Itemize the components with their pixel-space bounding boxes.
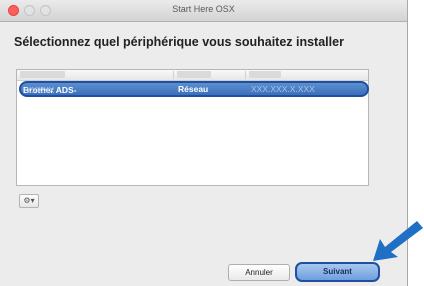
next-button[interactable]: Suivant [295, 262, 380, 282]
column-header-name[interactable] [20, 71, 65, 78]
column-header-connection[interactable] [177, 71, 211, 78]
window-title: Start Here OSX [172, 4, 235, 14]
device-list-header [17, 70, 368, 81]
device-row-selected[interactable]: Brother ADS- XXXXX Réseau XXX.XXX.X.XXX [19, 81, 369, 97]
cancel-button[interactable]: Annuler [228, 264, 290, 281]
title-bar: Start Here OSX [0, 0, 407, 22]
pointer-arrow-icon [373, 221, 423, 261]
options-gear-button[interactable]: ⚙▾ [19, 194, 39, 208]
column-divider [245, 71, 246, 79]
column-header-address[interactable] [249, 71, 281, 78]
device-address: XXX.XXX.X.XXX [251, 84, 315, 94]
device-list[interactable]: Brother ADS- XXXXX Réseau XXX.XXX.X.XXX [16, 69, 369, 186]
device-model-suffix: XXXXX [26, 85, 55, 95]
installer-window: Start Here OSX Sélectionnez quel périphé… [0, 0, 408, 286]
device-connection: Réseau [178, 84, 209, 94]
page-heading: Sélectionnez quel périphérique vous souh… [14, 35, 344, 49]
column-divider [173, 71, 174, 79]
